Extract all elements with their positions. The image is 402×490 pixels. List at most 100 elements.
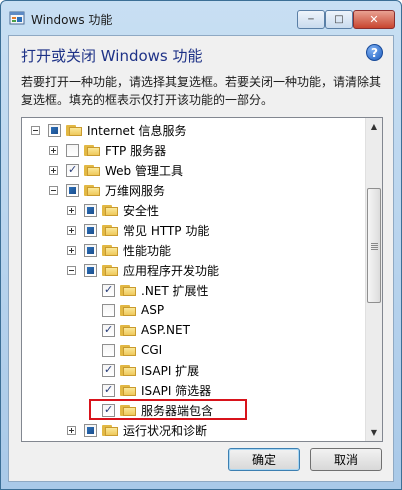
- windows-features-dialog: Windows 功能 ─ □ ✕ 打开或关闭 Windows 功能 ? 若要打开…: [0, 0, 402, 490]
- feature-label: 应用程序开发功能: [123, 263, 220, 278]
- expand-icon[interactable]: [67, 245, 76, 255]
- feature-label: ASP: [141, 303, 165, 317]
- feature-label: ASP.NET: [141, 323, 190, 337]
- feature-checkbox[interactable]: [102, 283, 115, 297]
- tree-node[interactable]: ASP.NET: [85, 320, 190, 340]
- page-title: 打开或关闭 Windows 功能: [21, 47, 203, 65]
- tree-node[interactable]: Web 管理工具: [49, 160, 183, 180]
- dialog-content: 打开或关闭 Windows 功能 ? 若要打开一种功能，请选择其复选框。若要关闭…: [8, 35, 394, 482]
- feature-label: 万维网服务: [105, 183, 166, 198]
- tree-node[interactable]: FTP 服务器: [49, 140, 166, 160]
- feature-checkbox[interactable]: [66, 163, 79, 177]
- feature-label: FTP 服务器: [105, 143, 167, 158]
- maximize-button[interactable]: □: [325, 10, 353, 29]
- feature-checkbox[interactable]: [102, 303, 115, 317]
- tree-node[interactable]: Internet 信息服务: [31, 120, 186, 140]
- minimize-button[interactable]: ─: [297, 10, 325, 29]
- tree-node[interactable]: 常见 HTTP 功能: [67, 220, 209, 240]
- highlight-annotation: [89, 399, 247, 420]
- scroll-up-button[interactable]: ▲: [366, 118, 382, 135]
- feature-checkbox[interactable]: [66, 143, 79, 157]
- tree-node[interactable]: 运行状况和诊断: [67, 420, 207, 440]
- collapse-icon[interactable]: [31, 125, 40, 135]
- close-button[interactable]: ✕: [353, 10, 395, 29]
- feature-checkbox[interactable]: [102, 363, 115, 377]
- windows-features-icon: [9, 11, 25, 25]
- expand-icon[interactable]: [49, 165, 58, 175]
- folder-icon: [102, 264, 118, 276]
- feature-label: ISAPI 筛选器: [141, 383, 212, 398]
- tree-node[interactable]: ASP: [85, 300, 164, 320]
- folder-icon: [120, 364, 136, 376]
- cancel-button[interactable]: 取消: [310, 448, 382, 471]
- feature-label: ISAPI 扩展: [141, 363, 200, 378]
- feature-label: .NET 扩展性: [141, 283, 209, 298]
- folder-icon: [84, 144, 100, 156]
- expand-icon[interactable]: [67, 205, 76, 215]
- close-icon: ✕: [369, 13, 379, 26]
- collapse-icon[interactable]: [49, 185, 58, 195]
- title-bar[interactable]: Windows 功能 ─ □ ✕: [1, 1, 401, 35]
- features-tree[interactable]: Internet 信息服务 FTP 服务器 Web 管理工具万维网服务安全性常见 H…: [21, 117, 383, 442]
- feature-checkbox[interactable]: [102, 343, 115, 357]
- collapse-icon[interactable]: [67, 265, 76, 275]
- maximize-icon: □: [334, 14, 344, 25]
- feature-label: 常见 HTTP 功能: [123, 223, 210, 238]
- tree-node[interactable]: 安全性: [67, 200, 159, 220]
- feature-checkbox[interactable]: [84, 423, 97, 437]
- tree-node[interactable]: 性能功能: [67, 240, 171, 260]
- feature-label: 性能功能: [123, 243, 172, 258]
- ok-button[interactable]: 确定: [228, 448, 300, 471]
- grip-icon: [371, 242, 378, 250]
- scroll-down-button[interactable]: ▼: [366, 424, 382, 441]
- folder-icon: [102, 244, 118, 256]
- folder-icon: [120, 344, 136, 356]
- folder-icon: [102, 224, 118, 236]
- feature-label: Web 管理工具: [105, 163, 183, 178]
- tree-node[interactable]: 万维网服务: [49, 180, 165, 200]
- arrow-up-icon: ▲: [370, 122, 378, 131]
- vertical-scrollbar[interactable]: ▲ ▼: [365, 118, 382, 441]
- folder-icon: [102, 204, 118, 216]
- tree-node[interactable]: CGI: [85, 340, 162, 360]
- feature-checkbox[interactable]: [48, 123, 61, 137]
- tree-node[interactable]: ISAPI 筛选器: [85, 380, 211, 400]
- minimize-icon: ─: [308, 14, 314, 25]
- feature-checkbox[interactable]: [84, 243, 97, 257]
- feature-label: CGI: [141, 343, 163, 357]
- folder-icon: [120, 284, 136, 296]
- feature-label: 安全性: [123, 203, 160, 218]
- tree-node[interactable]: .NET 扩展性: [85, 280, 209, 300]
- feature-checkbox[interactable]: [102, 323, 115, 337]
- feature-checkbox[interactable]: [84, 223, 97, 237]
- tree-node[interactable]: 应用程序开发功能: [67, 260, 219, 280]
- folder-icon: [120, 324, 136, 336]
- feature-label: Internet 信息服务: [87, 123, 187, 138]
- help-icon[interactable]: ?: [366, 44, 383, 61]
- tree-node[interactable]: ISAPI 扩展: [85, 360, 199, 380]
- folder-icon: [84, 184, 100, 196]
- folder-icon: [66, 124, 82, 136]
- expand-icon[interactable]: [67, 225, 76, 235]
- feature-checkbox[interactable]: [102, 383, 115, 397]
- folder-icon: [84, 164, 100, 176]
- feature-checkbox[interactable]: [84, 263, 97, 277]
- scroll-thumb[interactable]: [367, 188, 381, 303]
- expand-icon[interactable]: [49, 145, 58, 155]
- window-title: Windows 功能: [31, 13, 113, 27]
- expand-icon[interactable]: [67, 425, 76, 435]
- feature-checkbox[interactable]: [84, 203, 97, 217]
- folder-icon: [120, 384, 136, 396]
- instructions-text: 若要打开一种功能，请选择其复选框。若要关闭一种功能，请清除其复选框。填充的框表示…: [21, 75, 382, 107]
- arrow-down-icon: ▼: [370, 428, 378, 437]
- feature-checkbox[interactable]: [66, 183, 79, 197]
- folder-icon: [102, 424, 118, 436]
- folder-icon: [120, 304, 136, 316]
- feature-label: 运行状况和诊断: [123, 423, 208, 438]
